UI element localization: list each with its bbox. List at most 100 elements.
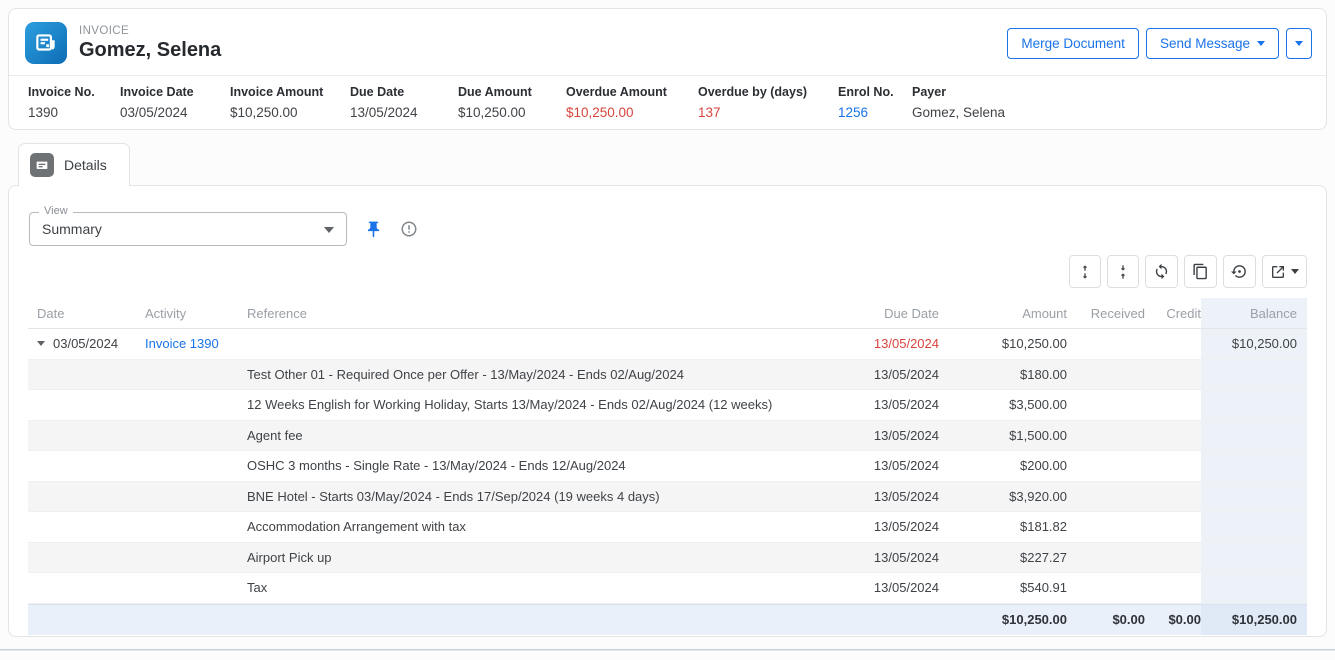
line-reference: Tax: [247, 573, 829, 603]
field-value: Gomez, Selena: [912, 105, 1005, 120]
totals-due-date: [829, 605, 939, 635]
refresh-button[interactable]: [1145, 255, 1178, 288]
line-due-date: 13/05/2024: [829, 360, 939, 390]
invoice-line-row: Tax13/05/2024$540.91: [28, 573, 1307, 604]
more-actions-button[interactable]: [1286, 28, 1312, 59]
line-credit: [1145, 360, 1201, 390]
line-amount: $181.82: [939, 512, 1067, 542]
line-date: [28, 482, 145, 512]
line-date: [28, 360, 145, 390]
parent-row-reference: [247, 329, 829, 359]
chevron-down-icon: [1295, 41, 1303, 46]
field-value: 1390: [28, 105, 120, 120]
merge-document-label: Merge Document: [1021, 36, 1125, 51]
line-balance: [1201, 482, 1307, 512]
chevron-down-icon: [324, 227, 334, 233]
send-message-button[interactable]: Send Message: [1146, 28, 1279, 59]
totals-received: $0.00: [1067, 605, 1145, 635]
field-label: Payer: [912, 85, 1005, 99]
line-due-date: 13/05/2024: [829, 451, 939, 481]
info-icon[interactable]: [400, 220, 418, 238]
line-date: [28, 543, 145, 573]
line-date: [28, 421, 145, 451]
totals-balance: $10,250.00: [1201, 605, 1307, 635]
expand-rows-button[interactable]: [1069, 255, 1101, 288]
line-activity: [145, 512, 247, 542]
refresh-icon: [1153, 263, 1170, 280]
parent-date-text: 03/05/2024: [53, 336, 118, 351]
line-received: [1067, 543, 1145, 573]
line-amount: $540.91: [939, 573, 1067, 603]
invoice-header-card: INVOICE Gomez, Selena Merge Document Sen…: [8, 8, 1327, 130]
page-bottom-rule: [0, 649, 1335, 651]
line-received: [1067, 390, 1145, 420]
line-due-date: 13/05/2024: [829, 512, 939, 542]
chevron-down-icon: [1257, 41, 1265, 46]
history-button[interactable]: [1223, 255, 1256, 288]
view-select[interactable]: View Summary: [29, 212, 347, 246]
col-header-due-date: Due Date: [829, 298, 939, 328]
line-reference: BNE Hotel - Starts 03/May/2024 - Ends 17…: [247, 482, 829, 512]
col-header-activity: Activity: [145, 298, 247, 328]
export-button[interactable]: [1262, 255, 1307, 288]
pin-icon[interactable]: [364, 220, 383, 239]
line-received: [1067, 512, 1145, 542]
line-credit: [1145, 573, 1201, 603]
line-balance: [1201, 543, 1307, 573]
parent-row-amount: $10,250.00: [939, 329, 1067, 359]
enrol-no-link[interactable]: 1256: [838, 105, 912, 120]
line-date: [28, 390, 145, 420]
line-date: [28, 573, 145, 603]
header-top: INVOICE Gomez, Selena Merge Document Sen…: [9, 9, 1326, 75]
summary-field-enrol-no: Enrol No.1256: [838, 85, 912, 120]
title-texts: INVOICE Gomez, Selena: [79, 25, 221, 62]
line-received: [1067, 360, 1145, 390]
summary-field-invoice-amount: Invoice Amount$10,250.00: [230, 85, 350, 120]
line-amount: $3,500.00: [939, 390, 1067, 420]
parent-row-activity: Invoice 1390: [145, 329, 247, 359]
tab-details[interactable]: Details: [18, 143, 130, 186]
line-balance: [1201, 451, 1307, 481]
line-credit: [1145, 451, 1201, 481]
summary-field-due-amount: Due Amount$10,250.00: [458, 85, 566, 120]
summary-field-invoice-date: Invoice Date03/05/2024: [120, 85, 230, 120]
invoice-icon: [25, 22, 67, 64]
line-activity: [145, 390, 247, 420]
field-value: 13/05/2024: [350, 105, 458, 120]
collapse-row-icon[interactable]: [37, 341, 45, 346]
copy-button[interactable]: [1184, 255, 1217, 288]
invoice-line-row: OSHC 3 months - Single Rate - 13/May/202…: [28, 451, 1307, 482]
collapse-rows-button[interactable]: [1107, 255, 1139, 288]
merge-document-button[interactable]: Merge Document: [1007, 28, 1139, 59]
summary-field-invoice-no: Invoice No.1390: [28, 85, 120, 120]
field-value: $10,250.00: [458, 105, 566, 120]
invoice-line-row: Airport Pick up13/05/2024$227.27: [28, 543, 1307, 574]
line-activity: [145, 543, 247, 573]
table-header-row: Date Activity Reference Due Date Amount …: [28, 298, 1307, 329]
view-select-value: Summary: [30, 213, 346, 245]
totals-activity: [145, 605, 247, 635]
line-credit: [1145, 390, 1201, 420]
field-value: 137: [698, 105, 838, 120]
summary-field-overdue-amount: Overdue Amount$10,250.00: [566, 85, 698, 120]
field-value: 03/05/2024: [120, 105, 230, 120]
invoice-link[interactable]: Invoice 1390: [145, 336, 219, 351]
line-reference: Test Other 01 - Required Once per Offer …: [247, 360, 829, 390]
summary-field-due-date: Due Date 13/05/2024: [350, 85, 458, 120]
line-date: [28, 512, 145, 542]
field-label: Invoice Amount: [230, 85, 350, 99]
line-amount: $3,920.00: [939, 482, 1067, 512]
invoice-line-row: Agent fee13/05/2024$1,500.00: [28, 421, 1307, 452]
expand-rows-icon: [1077, 264, 1093, 280]
field-label: Due Date: [350, 85, 458, 99]
line-balance: [1201, 390, 1307, 420]
totals-date: [28, 605, 145, 635]
line-amount: $227.27: [939, 543, 1067, 573]
view-select-label: View: [39, 205, 73, 217]
line-received: [1067, 482, 1145, 512]
line-reference: Accommodation Arrangement with tax: [247, 512, 829, 542]
invoice-line-row: 12 Weeks English for Working Holiday, St…: [28, 390, 1307, 421]
line-due-date: 13/05/2024: [829, 482, 939, 512]
line-activity: [145, 482, 247, 512]
invoice-lines-table: Date Activity Reference Due Date Amount …: [28, 298, 1307, 635]
